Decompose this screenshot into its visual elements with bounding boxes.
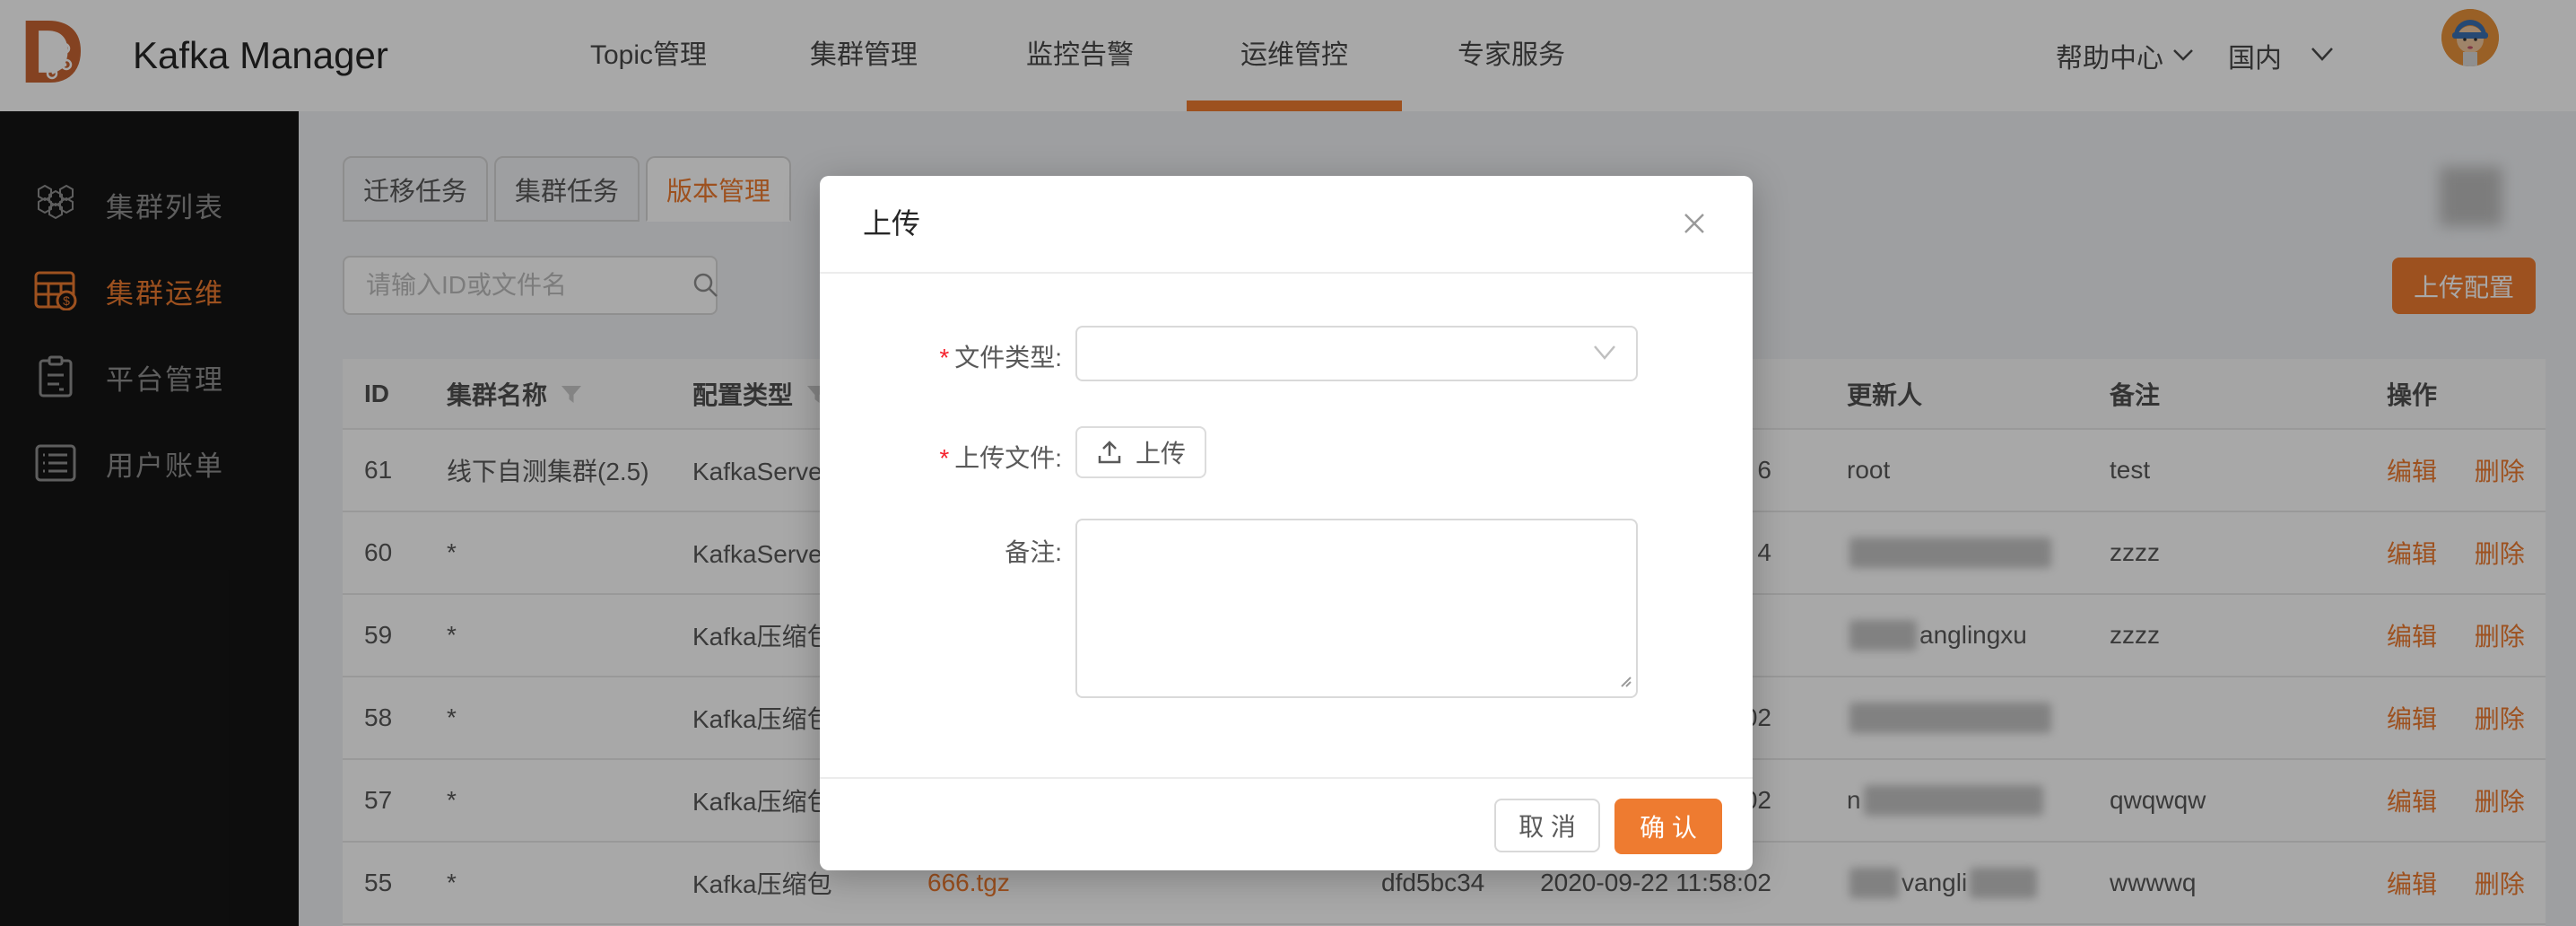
chevron-down-icon — [1591, 342, 1618, 368]
remark-textarea-wrap — [1075, 519, 1638, 698]
modal-title: 上传 — [863, 176, 920, 272]
modal-header: 上传 — [820, 176, 1753, 274]
modal-footer: 取 消 确 认 — [820, 777, 1753, 872]
remark-label: 备注: — [820, 533, 1062, 569]
resize-grip-icon[interactable] — [1616, 672, 1632, 693]
upload-file-label: *上传文件: — [820, 439, 1062, 475]
file-type-label: *文件类型: — [820, 338, 1062, 374]
remark-textarea[interactable] — [1077, 520, 1636, 696]
upload-icon — [1096, 439, 1123, 466]
file-type-select[interactable] — [1075, 326, 1638, 381]
upload-file-button[interactable]: 上传 — [1075, 426, 1206, 478]
required-mark: * — [939, 344, 949, 371]
confirm-button[interactable]: 确 认 — [1614, 799, 1722, 854]
upload-modal: 上传 *文件类型: *上传文件: 上传 备注: — [820, 176, 1753, 870]
close-icon[interactable] — [1677, 206, 1711, 240]
cancel-button[interactable]: 取 消 — [1494, 799, 1600, 852]
required-mark: * — [939, 444, 949, 472]
kafka-manager-page: D Kafka Manager Topic管理 集群管理 监控告警 运维管控 专… — [0, 0, 2576, 926]
